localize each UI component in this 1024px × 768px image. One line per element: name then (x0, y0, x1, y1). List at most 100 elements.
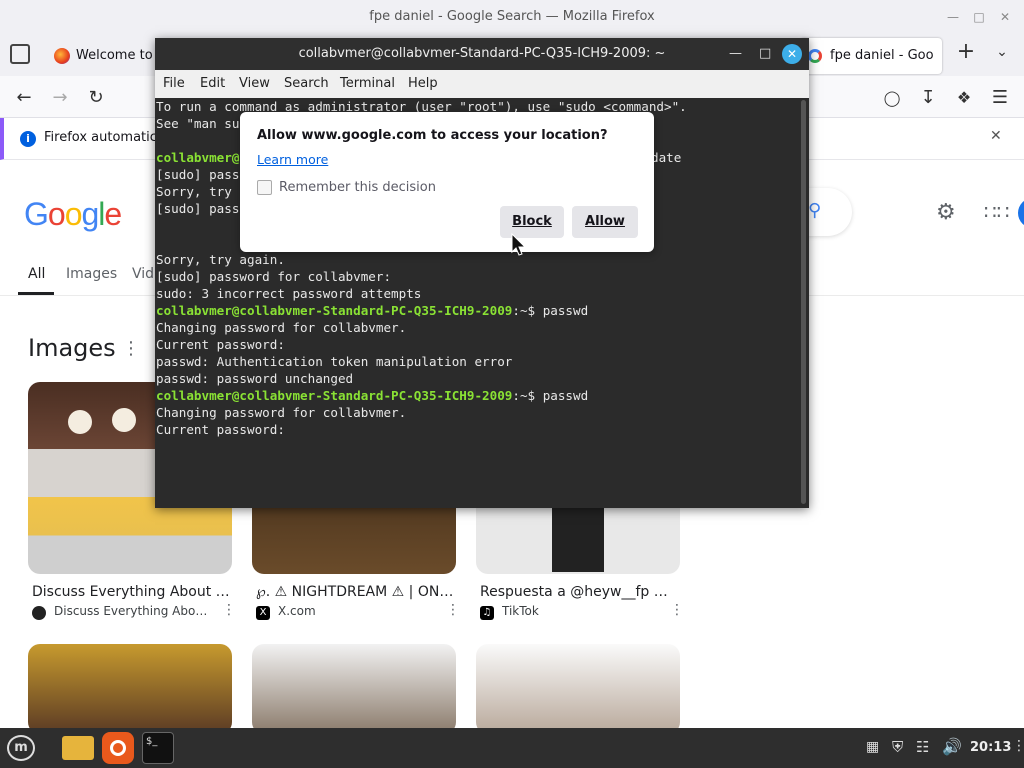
terminal-command: :~$ passwd (512, 303, 589, 318)
downloads-icon[interactable]: ↧ (916, 86, 940, 110)
google-tab-icon (808, 49, 822, 63)
flower-decoration (68, 410, 92, 434)
tab-google-search[interactable]: fpe daniel - Goo (800, 38, 942, 74)
flower-decoration (112, 408, 136, 432)
terminal-minimize-icon[interactable]: — (729, 46, 742, 61)
files-folder-icon[interactable] (62, 736, 94, 760)
remember-checkbox[interactable] (257, 180, 272, 195)
terminal-maximize-icon[interactable]: □ (759, 46, 771, 61)
terminal-line: sudo: 3 incorrect password attempts (156, 286, 422, 301)
terminal-close-icon[interactable]: ✕ (782, 44, 802, 64)
google-logo[interactable]: Google (24, 196, 122, 233)
terminal-prompt: collabvmer@collabvmer-Standard-PC-Q35-IC… (156, 303, 513, 318)
menu-view[interactable]: View (239, 76, 270, 91)
result-source[interactable]: TikTok (502, 604, 652, 618)
forward-icon[interactable]: → (48, 86, 72, 110)
x-logo-icon: X (256, 606, 270, 620)
terminal-window[interactable]: collabvmer@collabvmer-Standard-PC-Q35-IC… (155, 38, 809, 508)
tab-welcome[interactable]: Welcome to (46, 38, 156, 74)
menu-terminal[interactable]: Terminal (340, 76, 395, 91)
block-button[interactable]: Block (500, 206, 564, 238)
tab-all[interactable]: All (28, 266, 45, 282)
window-title: fpe daniel - Google Search — Mozilla Fir… (0, 0, 1024, 34)
dialog-title: Allow www.google.com to access your loca… (257, 128, 608, 143)
pocket-icon[interactable]: ◯ (880, 86, 904, 110)
menu-edit[interactable]: Edit (200, 76, 225, 91)
tab-label: Welcome to (76, 48, 153, 63)
result-source[interactable]: X.com (278, 604, 428, 618)
result-caption[interactable]: Discuss Everything About Fu... (32, 584, 230, 600)
terminal-scrollbar[interactable] (801, 100, 806, 504)
new-tab-icon[interactable]: + (954, 40, 978, 64)
info-icon: i (20, 131, 36, 147)
terminal-line: [sudo] password for collabvmer: (156, 269, 392, 284)
terminal-line: passwd: Authentication token manipulatio… (156, 354, 513, 369)
terminal-menubar: File Edit View Search Terminal Help (155, 70, 809, 98)
maximize-icon[interactable]: □ (970, 8, 988, 26)
terminal-prompt: collabvmer@collabvmer-Standard-PC-Q35-IC… (156, 388, 513, 403)
firefox-tab-icon (54, 48, 70, 64)
notification-text: Firefox automatica (44, 130, 165, 145)
menu-file[interactable]: File (163, 76, 185, 91)
notification-close-icon[interactable]: ✕ (990, 128, 1002, 144)
network-icon[interactable]: ☷ (916, 738, 929, 756)
shield-update-icon[interactable]: ⛨ (892, 738, 903, 756)
tab-images[interactable]: Images (66, 266, 117, 282)
learn-more-link[interactable]: Learn more (257, 152, 328, 167)
terminal-line: Current password: (156, 422, 285, 437)
figure-decoration (552, 502, 604, 572)
terminal-line: Sorry, try again. (156, 252, 285, 267)
site-icon (32, 606, 46, 620)
menu-help[interactable]: Help (408, 76, 438, 91)
minimize-icon[interactable]: — (944, 8, 962, 26)
terminal-line: collabvmer@collabvmer-Standard-PC-Q35-IC… (156, 302, 799, 319)
apps-grid-icon[interactable]: ∷∷ (984, 200, 1009, 224)
search-icon[interactable]: ⚲ (808, 200, 821, 221)
mouse-cursor-icon (511, 233, 527, 256)
result-more-icon[interactable]: ⋮ (670, 602, 684, 618)
keyboard-indicator-icon[interactable]: ▦ (866, 739, 879, 755)
result-caption[interactable]: ℘. ⚠ NIGHTDREAM ⚠ | ONL... (256, 584, 454, 600)
image-result-6[interactable] (476, 644, 680, 728)
location-permission-dialog: Allow www.google.com to access your loca… (240, 112, 654, 252)
image-result-5[interactable] (252, 644, 456, 728)
mint-logo-icon: m (7, 735, 35, 761)
reload-icon[interactable]: ↻ (84, 86, 108, 110)
terminal-line: passwd: password unchanged (156, 371, 354, 386)
result-more-icon[interactable]: ⋮ (222, 602, 236, 618)
image-result-4[interactable] (28, 644, 232, 728)
terminal-text: date (651, 150, 682, 165)
start-menu-icon[interactable]: m (4, 732, 38, 764)
tab-videos[interactable]: Vid (132, 266, 154, 282)
notifications-icon[interactable]: ⋮ (1012, 738, 1024, 754)
settings-gear-icon[interactable]: ⚙ (936, 200, 956, 225)
avatar[interactable] (1018, 198, 1024, 228)
back-icon[interactable]: ← (12, 86, 36, 110)
allow-button[interactable]: Allow (572, 206, 638, 238)
terminal-line: Changing password for collabvmer. (156, 405, 407, 420)
firefox-taskbar-icon[interactable] (102, 732, 134, 764)
terminal-title: collabvmer@collabvmer-Standard-PC-Q35-IC… (155, 38, 809, 70)
clock[interactable]: 20:13 (970, 740, 1011, 755)
images-heading: Images (28, 334, 116, 362)
remember-label: Remember this decision (279, 180, 436, 195)
result-caption[interactable]: Respuesta a @heyw__fp wh... (480, 584, 678, 600)
terminal-line: Current password: (156, 337, 285, 352)
firefox-logo-icon (110, 740, 126, 756)
close-icon[interactable]: ✕ (996, 8, 1014, 26)
volume-icon[interactable]: 🔊 (942, 737, 962, 756)
menu-search[interactable]: Search (284, 76, 329, 91)
tab-label: fpe daniel - Goo (830, 48, 934, 63)
terminal-taskbar-icon[interactable]: $_ (142, 732, 174, 764)
extensions-icon[interactable]: ❖ (952, 86, 976, 110)
result-more-icon[interactable]: ⋮ (446, 602, 460, 618)
taskbar: m $_ ▦ ⛨ ☷ 🔊 20:13 ⋮ (0, 728, 1024, 768)
result-source[interactable]: Discuss Everything About ... (54, 604, 210, 618)
images-more-icon[interactable]: ⋮ (122, 338, 140, 359)
terminal-prompt: collabvmer@ (156, 150, 240, 165)
menu-icon[interactable]: ☰ (988, 86, 1012, 110)
terminal-command: :~$ passwd (512, 388, 589, 403)
terminal-line: collabvmer@collabvmer-Standard-PC-Q35-IC… (156, 387, 799, 404)
list-tabs-icon[interactable]: ⌄ (990, 40, 1014, 64)
tab-overview-icon[interactable] (10, 44, 30, 64)
